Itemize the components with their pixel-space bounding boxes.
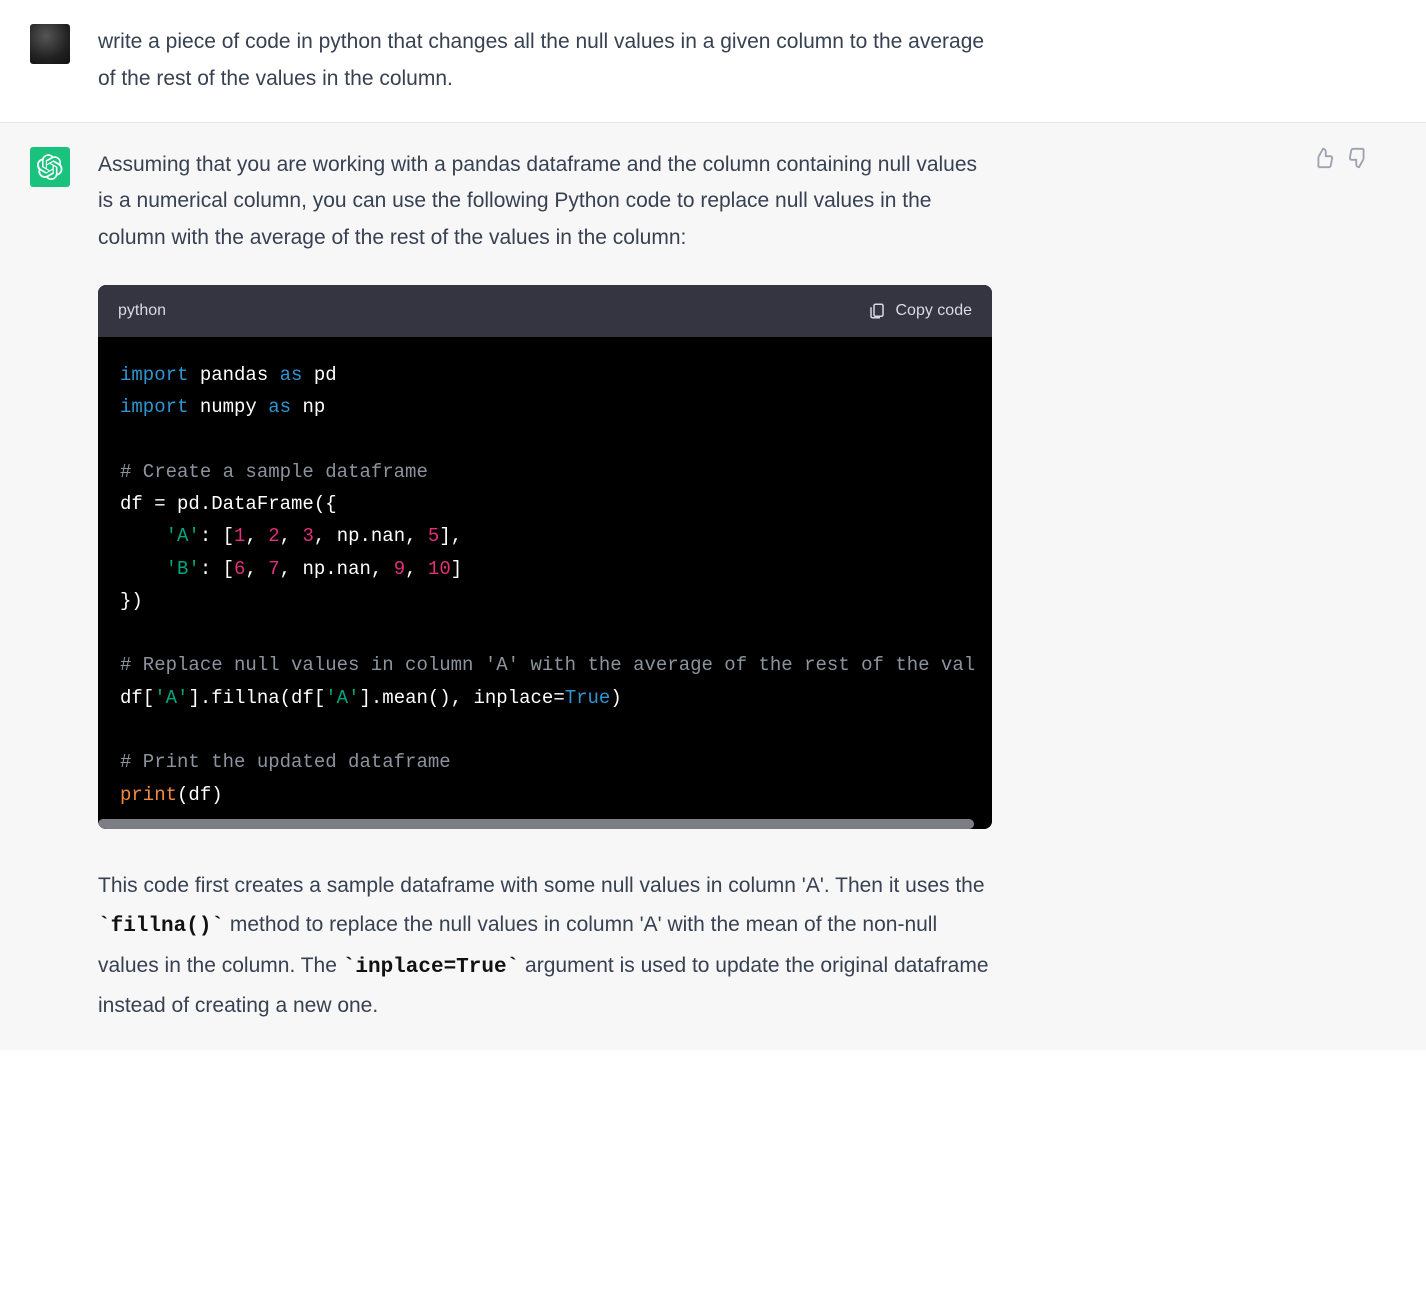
thumbs-down-button[interactable] bbox=[1348, 147, 1370, 174]
inline-code-inplace: `inplace=True` bbox=[343, 956, 519, 979]
code-content: import pandas as pd import numpy as np #… bbox=[120, 359, 970, 811]
assistant-outro-text: This code first creates a sample datafra… bbox=[98, 867, 998, 1026]
copy-code-label: Copy code bbox=[896, 297, 973, 325]
clipboard-icon bbox=[868, 302, 886, 320]
thumbs-up-icon bbox=[1312, 147, 1334, 169]
user-message-row: write a piece of code in python that cha… bbox=[0, 0, 1426, 122]
inline-code-fillna: `fillna()` bbox=[98, 915, 224, 938]
code-horizontal-scrollbar[interactable] bbox=[98, 819, 992, 829]
thumbs-up-button[interactable] bbox=[1312, 147, 1334, 174]
scrollbar-thumb[interactable] bbox=[98, 819, 974, 829]
openai-logo-icon bbox=[37, 154, 63, 180]
user-message-text: write a piece of code in python that cha… bbox=[98, 24, 998, 98]
assistant-message-row: Assuming that you are working with a pan… bbox=[0, 122, 1426, 1051]
thumbs-down-icon bbox=[1348, 147, 1370, 169]
user-avatar bbox=[30, 24, 70, 64]
assistant-message-content: Assuming that you are working with a pan… bbox=[98, 147, 998, 1027]
code-language-label: python bbox=[118, 297, 166, 325]
code-header: python Copy code bbox=[98, 285, 992, 337]
code-body[interactable]: import pandas as pd import numpy as np #… bbox=[98, 337, 992, 819]
assistant-intro-text: Assuming that you are working with a pan… bbox=[98, 147, 998, 257]
code-block: python Copy code import pandas as pd imp… bbox=[98, 285, 992, 829]
assistant-avatar bbox=[30, 147, 70, 187]
copy-code-button[interactable]: Copy code bbox=[868, 297, 973, 325]
feedback-buttons bbox=[1312, 147, 1370, 174]
